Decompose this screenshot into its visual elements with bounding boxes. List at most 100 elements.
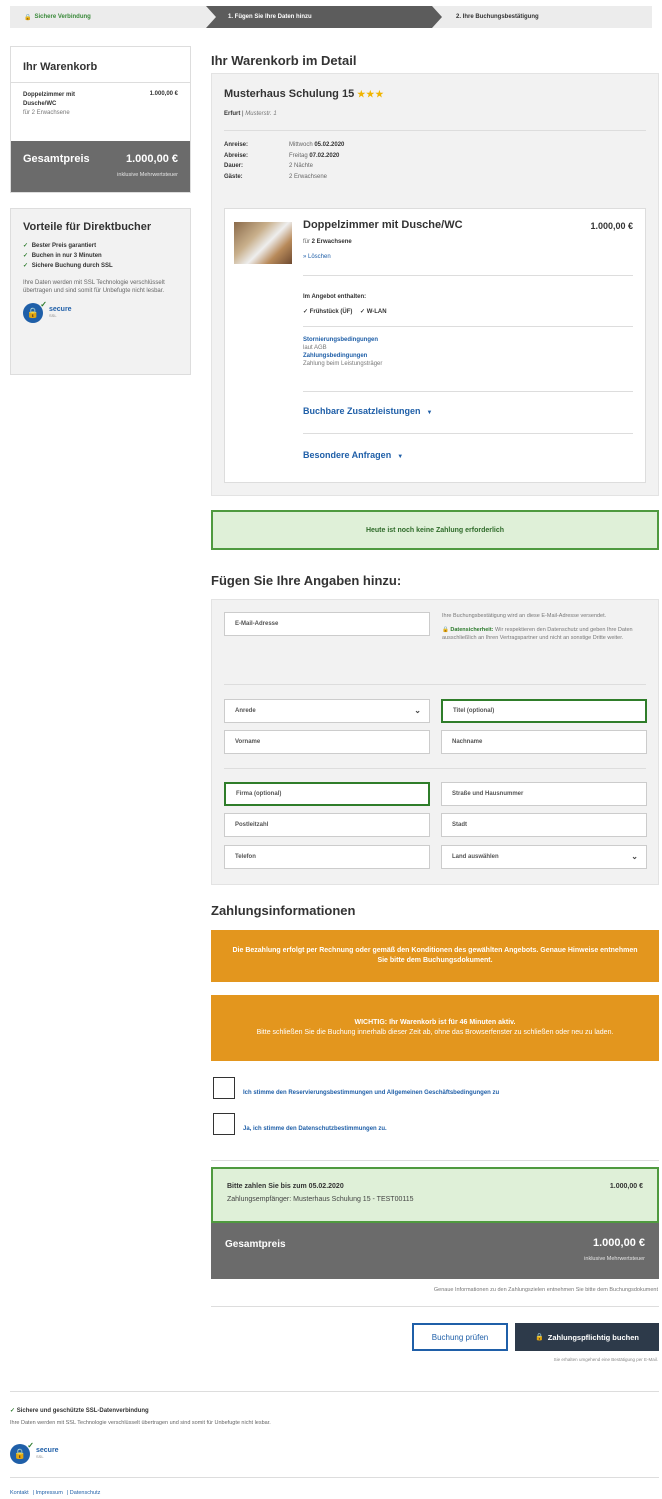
benefit-item: ✓ Bester Preis garantiert: [23, 243, 97, 249]
street-field[interactable]: Straße und Hausnummer: [441, 782, 647, 806]
room-guests: für 2 Erwachsene: [303, 239, 352, 245]
total-label: Gesamtpreis: [225, 1239, 286, 1250]
stay-row-guests: Gäste: 2 Erwachsene: [224, 173, 328, 180]
benefits-text: Ihre Daten werden mit SSL Technologie ve…: [23, 280, 165, 294]
footer-secure-seal: 🔒 ✓ secure SSL: [10, 1441, 59, 1464]
payment-due-amount: 1.000,00 €: [609, 1183, 643, 1190]
extras-toggle[interactable]: Buchbare Zusatzleistungen ▼: [303, 406, 432, 416]
benefit-item: ✓ Sichere Buchung durch SSL: [23, 263, 113, 269]
included-item: ✓ W-LAN: [360, 309, 387, 315]
terms-label[interactable]: Ich stimme den Reservierungsbestimmungen…: [243, 1090, 499, 1096]
step-secure-connection: 🔒 Sichere Verbindung: [10, 6, 216, 28]
hotel-name: Musterhaus Schulung 15 ★★★: [224, 88, 385, 100]
cart-item-price: 1.000,00 €: [149, 91, 178, 97]
salutation-select[interactable]: Anrede ⌄: [224, 699, 430, 723]
booking-note: Sie erhalten umgehend eine Bestätigung p…: [553, 1357, 658, 1362]
divider: [303, 275, 633, 276]
secure-logo-text: secure SSL: [49, 306, 72, 318]
timer-title: WICHTIG: Ihr Warenkorb ist für 46 Minute…: [354, 1019, 516, 1026]
payment-method-banner: Die Bezahlung erfolgt per Rechnung oder …: [211, 930, 659, 982]
step3-label: 2. Ihre Buchungsbestätigung: [456, 14, 539, 20]
divider: [224, 684, 646, 685]
country-select[interactable]: Land auswählen ⌄: [441, 845, 647, 869]
book-button[interactable]: 🔒 Zahlungspflichtig buchen: [515, 1323, 659, 1351]
check-icon: ✓: [23, 243, 29, 249]
divider: [10, 1477, 659, 1478]
city-field[interactable]: Stadt: [441, 813, 647, 837]
divider: [303, 326, 633, 327]
cart-total-label: Gesamtpreis: [23, 153, 90, 165]
terms-checkbox[interactable]: [213, 1077, 235, 1099]
included-title: Im Angebot enthalten:: [303, 294, 367, 300]
stay-row-duration: Dauer: 2 Nächte: [224, 163, 314, 169]
check-icon: ✓: [10, 1408, 16, 1414]
privacy-label[interactable]: Ja, ich stimme den Datenschutzbestimmung…: [243, 1126, 387, 1132]
lock-icon: 🔒: [535, 1334, 544, 1341]
stay-details: Anreise: Mittwoch 05.02.2020 Abreise: Frei…: [224, 142, 344, 184]
secure-lock-icon: 🔒 ✓: [10, 1441, 34, 1464]
zip-field[interactable]: Postleitzahl: [224, 813, 430, 837]
email-field[interactable]: E-Mail-Adresse: [224, 612, 430, 636]
step-add-data: 1. Fügen Sie Ihre Daten hinzu: [206, 6, 442, 28]
check-icon: ✓: [23, 263, 29, 269]
payment-due-box: Bitte zahlen Sie bis zum 05.02.2020 1.00…: [211, 1167, 659, 1223]
secure-seal: 🔒 ✓ secure SSL: [23, 300, 178, 323]
cart-item-guests: für 2 Erwachsene: [23, 110, 70, 116]
chevron-down-icon: ⌄: [631, 852, 638, 861]
cart-title: Ihr Warenkorb: [11, 47, 190, 83]
ssl-text: Ihre Daten werden mit SSL Technologie ve…: [10, 1420, 271, 1426]
step2-label: 1. Fügen Sie Ihre Daten hinzu: [228, 14, 312, 20]
stay-row-departure: Abreise: Freitag 07.02.2020: [224, 152, 340, 159]
title-field[interactable]: Titel (optional): [441, 699, 647, 723]
privacy-checkbox[interactable]: [213, 1113, 235, 1135]
form-heading: Fügen Sie Ihre Angaben hinzu:: [211, 573, 402, 588]
cart-vat-note: inklusive Mehrwertsteuer: [117, 172, 178, 178]
footer-links: Kontakt | Impressum | Datenschutz: [10, 1490, 101, 1496]
privacy-consent: Ja, ich stimme den Datenschutzbestimmung…: [213, 1113, 387, 1135]
payment-recipient: Zahlungsempfänger: Musterhaus Schulung 1…: [227, 1196, 414, 1203]
included-items: ✓ Frühstück (ÜF) ✓ W-LAN: [303, 308, 393, 315]
stay-row-arrival: Anreise: Mittwoch 05.02.2020: [224, 142, 345, 148]
step1-label: Sichere Verbindung: [34, 14, 91, 20]
payment-heading: Zahlungsinformationen: [211, 903, 356, 918]
room-photo: [234, 222, 292, 264]
firstname-field[interactable]: Vorname: [224, 730, 430, 754]
footer-link-privacy[interactable]: Datenschutz: [70, 1490, 101, 1496]
chevron-down-icon: ▼: [397, 454, 404, 460]
cart-summary: Ihr Warenkorb Doppelzimmer mit Dusche/WC…: [10, 46, 191, 193]
divider: [303, 391, 633, 392]
footer-link-imprint[interactable]: Impressum: [36, 1490, 63, 1496]
divider: [211, 1160, 659, 1161]
cart-total-amount: 1.000,00 €: [126, 153, 178, 165]
lock-icon: 🔒: [24, 14, 32, 21]
requests-toggle[interactable]: Besondere Anfragen ▼: [303, 450, 403, 460]
check-booking-button[interactable]: Buchung prüfen: [412, 1323, 508, 1351]
star-rating-icon: ★★★: [357, 89, 385, 99]
phone-field[interactable]: Telefon: [224, 845, 430, 869]
chevron-down-icon: ▼: [426, 410, 433, 416]
company-field[interactable]: Firma (optional): [224, 782, 430, 806]
included-item: ✓ Frühstück (ÜF): [303, 309, 353, 315]
payment-info-note: Genaue Informationen zu den Zahlungsziel…: [433, 1287, 658, 1293]
cart-timer-banner: WICHTIG: Ihr Warenkorb ist für 46 Minute…: [211, 995, 659, 1061]
total-vat-note: inklusive Mehrwertsteuer: [584, 1256, 645, 1262]
total-amount: 1.000,00 €: [593, 1237, 645, 1249]
cart-item: Doppelzimmer mit Dusche/WC 1.000,00 € fü…: [11, 83, 190, 141]
timer-text: Bitte schließen Sie die Buchung innerhal…: [256, 1029, 614, 1036]
lastname-field[interactable]: Nachname: [441, 730, 647, 754]
chevron-down-icon: ⌄: [414, 706, 421, 715]
footer-link-contact[interactable]: Kontakt: [10, 1490, 29, 1496]
room-name: Doppelzimmer mit Dusche/WC: [303, 219, 463, 231]
no-payment-notice: Heute ist noch keine Zahlung erforderlic…: [211, 510, 659, 550]
cancellation-conditions: Stornierungsbedingungen laut AGB Zahlung…: [303, 337, 383, 367]
cart-total: Gesamtpreis 1.000,00 € inklusive Mehrwer…: [11, 141, 190, 192]
step-confirmation: 2. Ihre Buchungsbestätigung: [432, 6, 652, 28]
divider: [303, 433, 633, 434]
benefits-title: Vorteile für Direktbucher: [23, 221, 152, 233]
delete-link[interactable]: » Löschen: [303, 254, 331, 260]
cart-item-name: Doppelzimmer mit Dusche/WC: [23, 92, 76, 107]
divider: [224, 768, 646, 769]
cart-detail-heading: Ihr Warenkorb im Detail: [211, 53, 357, 68]
total-price-bar: Gesamtpreis 1.000,00 € inklusive Mehrwer…: [211, 1223, 659, 1279]
check-icon: ✓: [23, 253, 29, 259]
